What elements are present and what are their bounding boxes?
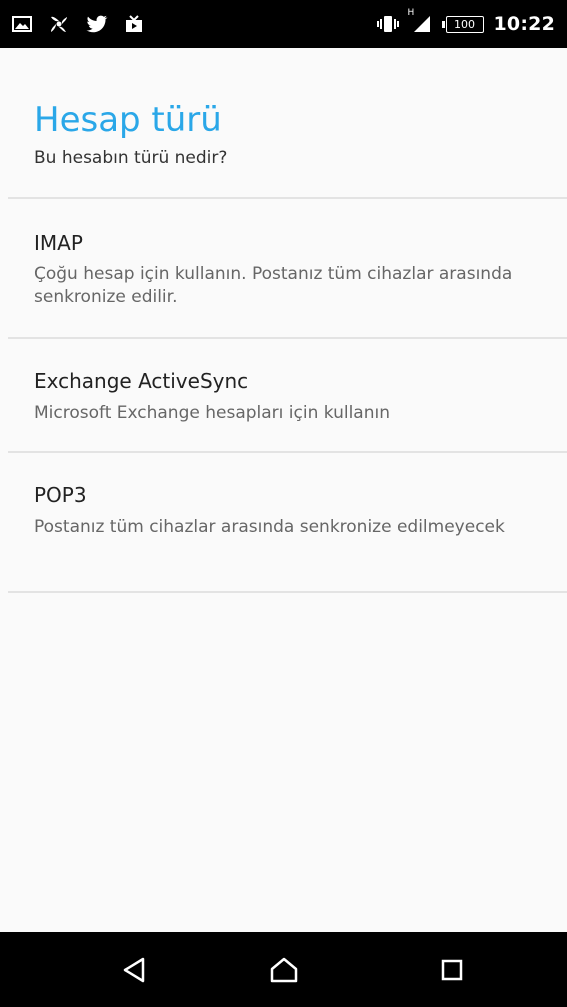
system-icons: H 100 10:22 <box>366 8 555 35</box>
status-bar: H 100 10:22 <box>0 0 567 48</box>
recents-button[interactable] <box>412 932 492 1007</box>
recents-icon <box>441 959 463 980</box>
notification-icons <box>12 14 160 34</box>
back-button[interactable] <box>94 932 174 1007</box>
option-title: Exchange ActiveSync <box>34 369 249 393</box>
back-icon <box>123 957 145 982</box>
option-description: Microsoft Exchange hesapları için kullan… <box>34 403 390 423</box>
battery-tip <box>441 20 445 28</box>
home-icon <box>270 957 298 982</box>
page-header: Hesap türü Bu hesabın türü nedir? <box>0 48 567 198</box>
signal-icon: H <box>408 8 432 34</box>
network-type-label: H <box>407 8 415 18</box>
option-description: Postanız tüm cihazlar arasında senkroniz… <box>34 517 505 537</box>
page-title: Hesap türü <box>34 100 222 140</box>
account-type-exchange[interactable]: Exchange ActiveSync Microsoft Exchange h… <box>0 339 567 451</box>
gallery-icon <box>12 15 32 33</box>
option-description: Çoğu hesap için kullanın. Postanız tüm c… <box>34 264 513 307</box>
video-icon <box>124 14 144 34</box>
battery-icon: 100 <box>441 15 484 33</box>
navigation-bar <box>0 932 567 1007</box>
page-subtitle: Bu hesabın türü nedir? <box>34 148 228 168</box>
battery-level: 100 <box>445 15 484 33</box>
pinwheel-icon <box>48 14 70 34</box>
option-title: POP3 <box>34 483 87 507</box>
vibrate-icon <box>376 14 400 34</box>
option-title: IMAP <box>34 231 83 255</box>
twitter-icon <box>86 15 108 33</box>
account-type-imap[interactable]: IMAP Çoğu hesap için kullanın. Postanız … <box>0 199 567 337</box>
divider <box>8 591 567 593</box>
clock: 10:22 <box>493 13 555 35</box>
account-type-pop3[interactable]: POP3 Postanız tüm cihazlar arasında senk… <box>0 453 567 591</box>
home-button[interactable] <box>244 932 324 1007</box>
